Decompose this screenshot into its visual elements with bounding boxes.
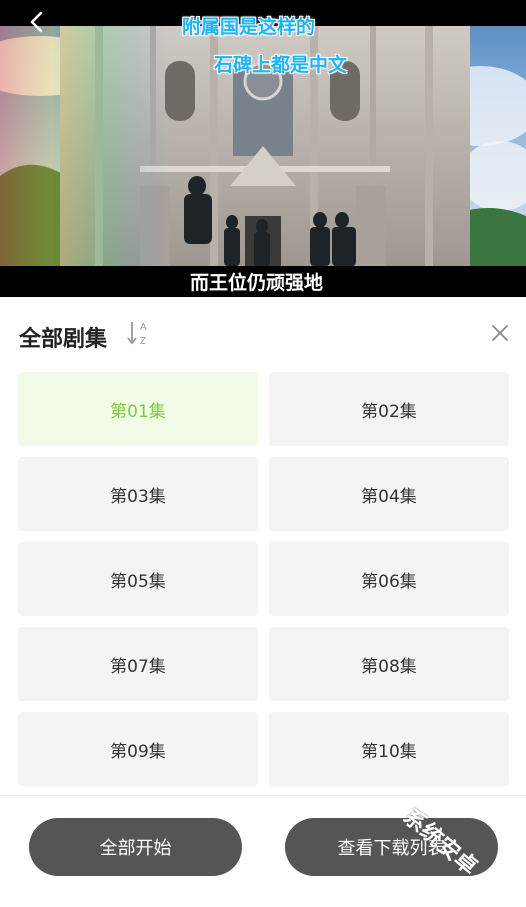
- bottom-action-bar: 全部开始 查看下载列表: [0, 795, 526, 907]
- episode-button[interactable]: 第10集: [269, 712, 509, 786]
- sort-az-icon[interactable]: A Z: [124, 319, 154, 347]
- view-downloads-button[interactable]: 查看下载列表: [285, 818, 498, 876]
- close-icon: [492, 325, 508, 341]
- svg-text:A: A: [140, 322, 147, 333]
- episode-grid: 第01集 第02集 第03集 第04集 第05集 第06集 第07集 第08集 …: [18, 372, 509, 786]
- subtitle-line-2: 石碑上都是中文: [214, 54, 348, 76]
- episode-button[interactable]: 第01集: [18, 372, 258, 446]
- subtitle-line-1: 附属国是这样的: [182, 16, 316, 38]
- video-player[interactable]: 附属国是这样的 石碑上都是中文 而王位仍顽强地: [0, 0, 526, 297]
- episode-panel-header: 全部剧集 A Z: [0, 297, 526, 371]
- episode-button[interactable]: 第09集: [18, 712, 258, 786]
- episode-button[interactable]: 第02集: [269, 372, 509, 446]
- episode-button[interactable]: 第06集: [269, 542, 509, 616]
- episode-button[interactable]: 第07集: [18, 627, 258, 701]
- episode-button[interactable]: 第08集: [269, 627, 509, 701]
- chevron-left-icon: [30, 11, 43, 33]
- panel-title: 全部剧集: [19, 327, 108, 352]
- episode-button[interactable]: 第04集: [269, 457, 509, 531]
- close-button[interactable]: [488, 321, 512, 345]
- episode-button[interactable]: 第03集: [18, 457, 258, 531]
- episode-button[interactable]: 第05集: [18, 542, 258, 616]
- svg-text:Z: Z: [140, 336, 146, 347]
- subtitle-bottom: 而王位仍顽强地: [190, 272, 324, 294]
- back-button[interactable]: [22, 8, 50, 36]
- start-all-button[interactable]: 全部开始: [29, 818, 242, 876]
